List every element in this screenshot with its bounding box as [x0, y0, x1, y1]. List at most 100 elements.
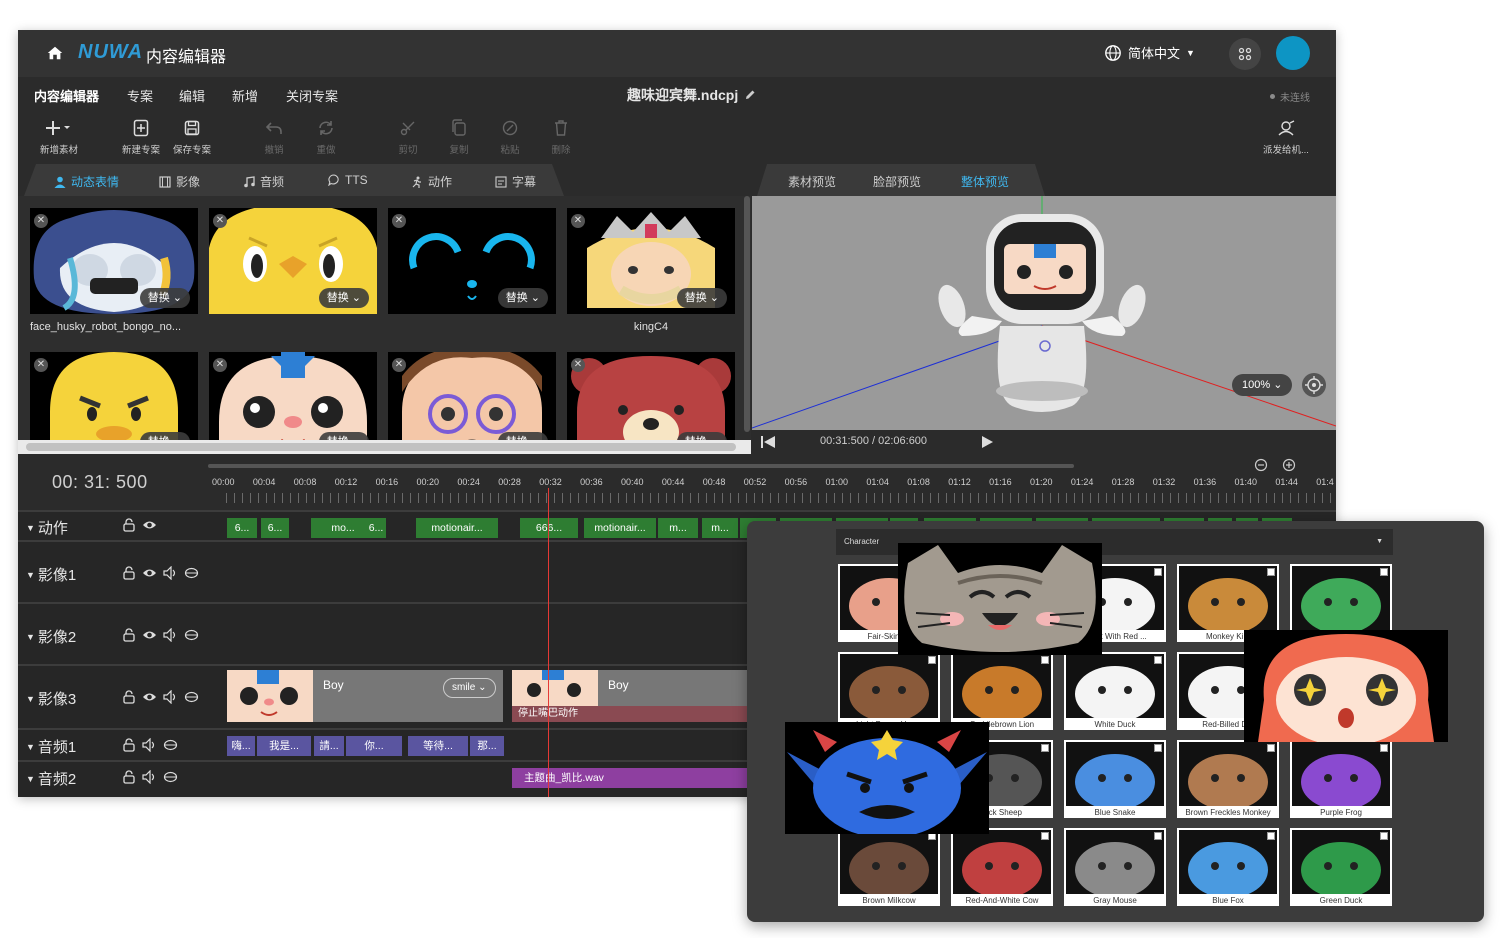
cut-button[interactable]: 剪切	[383, 118, 433, 156]
audio-clip[interactable]: 嗨...	[227, 736, 255, 756]
mouth-sync-icon[interactable]	[184, 690, 199, 704]
character-card[interactable]: Gray Mouse	[1064, 828, 1166, 906]
skip-to-start-icon[interactable]	[760, 435, 776, 449]
action-clip[interactable]: 666...	[520, 518, 578, 538]
character-card[interactable]: Light Brown Horse	[838, 652, 940, 730]
mouth-sync-icon[interactable]	[184, 566, 199, 580]
lock-icon[interactable]	[122, 566, 136, 580]
mouth-sync-icon[interactable]	[163, 770, 178, 784]
remove-asset-icon[interactable]: ✕	[213, 358, 227, 372]
language-selector[interactable]: 简体中文 ▼	[1104, 43, 1195, 62]
asset-glasses-face[interactable]: ✕ 替换 ⌄	[388, 352, 556, 440]
remove-asset-icon[interactable]: ✕	[392, 358, 406, 372]
audio-clip[interactable]: 你...	[346, 736, 402, 756]
replace-button[interactable]: 替换 ⌄	[676, 288, 727, 308]
character-card[interactable]: Brown Milkcow	[838, 828, 940, 906]
track-label[interactable]: ▼ 影像2	[26, 626, 76, 647]
speaker-icon[interactable]	[142, 738, 157, 752]
menu-close-project[interactable]: 关闭专案	[286, 86, 338, 105]
track-label[interactable]: ▼ 动作	[26, 517, 68, 538]
tab-video[interactable]: 影像	[159, 173, 200, 190]
asset-boy-face[interactable]: ✕ 替换 ⌄	[209, 352, 377, 440]
asset-chick-face[interactable]: ✕ 替换 ⌄	[209, 208, 377, 314]
select-checkbox[interactable]	[1154, 568, 1162, 576]
menu-add[interactable]: 新增	[232, 86, 258, 105]
replace-button[interactable]: 替换 ⌄	[139, 432, 190, 440]
speaker-icon[interactable]	[142, 770, 157, 784]
action-clip[interactable]: m...	[658, 518, 698, 538]
speaker-icon[interactable]	[163, 566, 178, 580]
replace-button[interactable]: 替换 ⌄	[318, 432, 369, 440]
replace-button[interactable]: 替换 ⌄	[139, 288, 190, 308]
undo-button[interactable]: 撤销	[249, 118, 299, 156]
lock-icon[interactable]	[122, 690, 136, 704]
tab-audio[interactable]: 音频	[243, 173, 284, 190]
tab-asset-preview[interactable]: 素材预览	[788, 173, 836, 190]
redo-button[interactable]: 重做	[301, 118, 351, 156]
action-clip[interactable]: motionair...	[584, 518, 656, 538]
character-card[interactable]: Blue Snake	[1064, 740, 1166, 818]
asset-husky-face[interactable]: ✕ 替换 ⌄	[30, 208, 198, 314]
mouth-sync-icon[interactable]	[184, 628, 199, 642]
select-checkbox[interactable]	[1267, 744, 1275, 752]
asset-king-face[interactable]: ✕ 替换 ⌄	[567, 208, 735, 314]
remove-asset-icon[interactable]: ✕	[213, 214, 227, 228]
tab-tts[interactable]: TTS	[328, 173, 368, 187]
audio-clip[interactable]: 等待...	[408, 736, 468, 756]
select-checkbox[interactable]	[1154, 744, 1162, 752]
remove-asset-icon[interactable]: ✕	[34, 358, 48, 372]
user-avatar[interactable]	[1276, 36, 1310, 70]
action-clip[interactable]: 6...	[366, 518, 386, 538]
copy-button[interactable]: 复制	[434, 118, 484, 156]
track-label[interactable]: ▼ 影像3	[26, 688, 76, 709]
action-clip[interactable]: 6...	[227, 518, 257, 538]
pencil-icon[interactable]	[744, 89, 756, 101]
lock-icon[interactable]	[122, 628, 136, 642]
remove-asset-icon[interactable]: ✕	[34, 214, 48, 228]
paste-button[interactable]: 粘贴	[485, 118, 535, 156]
select-checkbox[interactable]	[1041, 656, 1049, 664]
dispatch-to-robot-button[interactable]: 派发给机...	[1258, 118, 1314, 156]
replace-button[interactable]: 替换 ⌄	[497, 432, 548, 440]
mouth-sync-icon[interactable]	[163, 738, 178, 752]
remove-asset-icon[interactable]: ✕	[571, 358, 585, 372]
menu-content-editor[interactable]: 内容编辑器	[34, 86, 99, 105]
recenter-button[interactable]	[1302, 373, 1326, 397]
speaker-icon[interactable]	[163, 690, 178, 704]
lock-icon[interactable]	[122, 518, 136, 532]
asset-horizontal-scrollbar[interactable]	[18, 440, 751, 454]
apps-grid-button[interactable]	[1229, 38, 1261, 70]
zoom-out-icon[interactable]	[1254, 458, 1268, 472]
speaker-icon[interactable]	[163, 628, 178, 642]
tab-face-preview[interactable]: 脸部预览	[873, 173, 921, 190]
select-checkbox[interactable]	[1380, 568, 1388, 576]
playhead[interactable]	[548, 488, 549, 797]
remove-asset-icon[interactable]: ✕	[392, 214, 406, 228]
zoom-level-dropdown[interactable]: 100% ⌄	[1232, 374, 1293, 396]
action-clip[interactable]: m...	[702, 518, 738, 538]
audio-clip[interactable]: 請...	[314, 736, 344, 756]
new-project-button[interactable]: 新建专案	[116, 118, 166, 156]
track-label[interactable]: ▼ 影像1	[26, 564, 76, 585]
audio-clip[interactable]: 我是...	[257, 736, 311, 756]
replace-button[interactable]: 替换 ⌄	[497, 288, 548, 308]
select-checkbox[interactable]	[1154, 656, 1162, 664]
menu-project[interactable]: 专案	[127, 86, 153, 105]
asset-robot-eyes[interactable]: ✕ 替换 ⌄	[388, 208, 556, 314]
character-card[interactable]: Brown Freckles Monkey	[1177, 740, 1279, 818]
expression-dropdown[interactable]: smile ⌄	[443, 678, 496, 698]
tab-full-preview[interactable]: 整体预览	[961, 173, 1009, 190]
select-checkbox[interactable]	[1267, 832, 1275, 840]
tab-dynamic-emoji[interactable]: 动态表情	[54, 173, 119, 190]
floating-girl-face[interactable]	[1244, 630, 1448, 742]
eye-icon[interactable]	[142, 518, 157, 532]
action-clip[interactable]: motionair...	[416, 518, 498, 538]
tab-motion[interactable]: 动作	[411, 173, 452, 190]
select-checkbox[interactable]	[1154, 832, 1162, 840]
add-asset-button[interactable]: 新增素材	[34, 118, 84, 156]
character-card[interactable]: Saddlebrown Lion	[951, 652, 1053, 730]
floating-cat-face[interactable]	[898, 543, 1102, 655]
video-clip[interactable]: Boy smile ⌄	[227, 670, 503, 722]
select-checkbox[interactable]	[1267, 568, 1275, 576]
robot-preview-viewport[interactable]: 100% ⌄	[752, 196, 1336, 430]
